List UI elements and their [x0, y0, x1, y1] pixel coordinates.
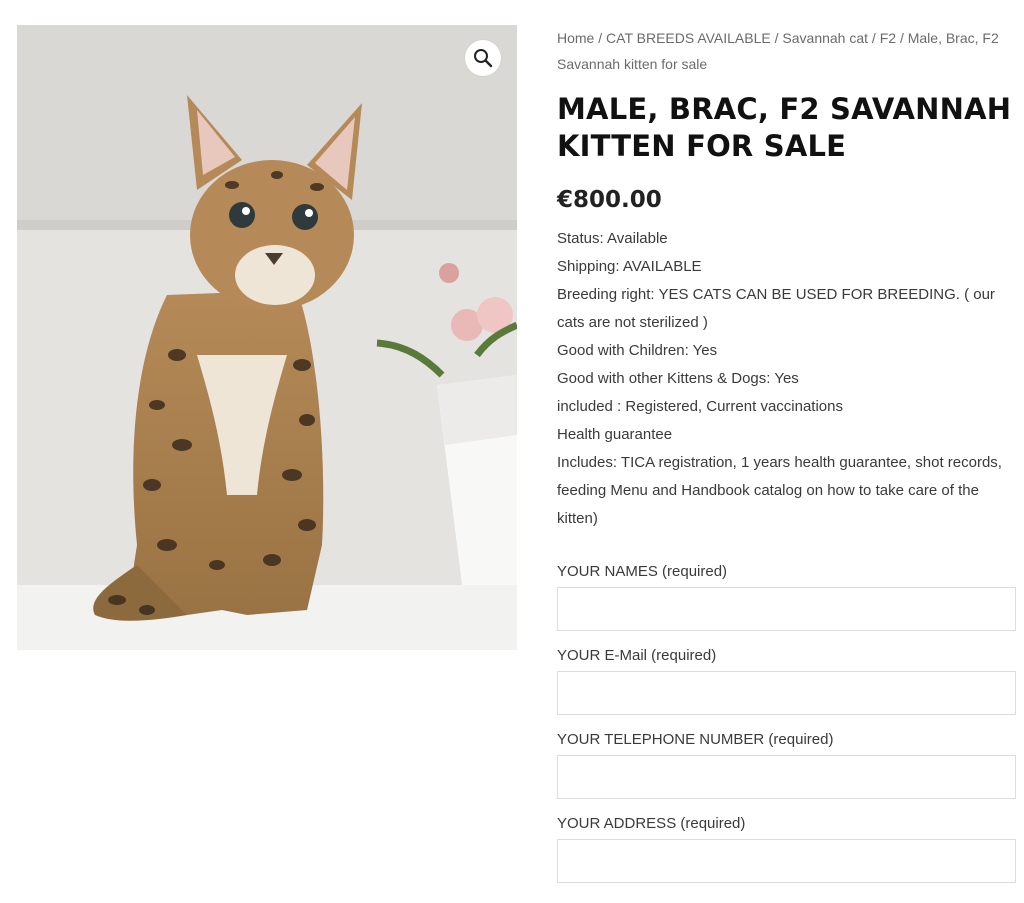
breadcrumb: Home / CAT BREEDS AVAILABLE / Savannah c…	[557, 25, 1017, 77]
address-field-group: YOUR ADDRESS (required)	[557, 811, 1017, 883]
zoom-button[interactable]	[465, 40, 501, 76]
detail-shipping: Shipping: AVAILABLE	[557, 258, 702, 275]
names-field-group: YOUR NAMES (required)	[557, 559, 1017, 631]
detail-good-with-children: Good with Children: Yes	[557, 342, 718, 359]
breadcrumb-cat-breeds-link[interactable]: CAT BREEDS AVAILABLE	[606, 30, 771, 46]
product-image[interactable]	[17, 25, 517, 650]
inquiry-form: YOUR NAMES (required) YOUR E-Mail (requi…	[557, 559, 1017, 883]
phone-input[interactable]	[557, 755, 1016, 799]
magnifier-icon	[474, 49, 493, 68]
product-details: Status: Available Shipping: AVAILABLE Br…	[557, 225, 1017, 533]
address-label: YOUR ADDRESS (required)	[557, 815, 746, 832]
names-label: YOUR NAMES (required)	[557, 563, 728, 580]
detail-included: included : Registered, Current vaccinati…	[557, 398, 843, 415]
product-summary: Home / CAT BREEDS AVAILABLE / Savannah c…	[557, 25, 1017, 895]
email-input[interactable]	[557, 671, 1016, 715]
email-label: YOUR E-Mail (required)	[557, 647, 717, 664]
breadcrumb-separator: /	[774, 30, 779, 46]
breadcrumb-separator: /	[871, 30, 876, 46]
detail-good-with-pets: Good with other Kittens & Dogs: Yes	[557, 370, 799, 387]
names-input[interactable]	[557, 587, 1016, 631]
kitten-photo	[17, 25, 517, 650]
breadcrumb-f2-link[interactable]: F2	[880, 30, 896, 46]
product-title: MALE, BRAC, F2 SAVANNAH KITTEN FOR SALE	[557, 92, 1012, 163]
detail-status: Status: Available	[557, 230, 668, 247]
product-price: €800.00	[557, 187, 662, 213]
email-field-group: YOUR E-Mail (required)	[557, 643, 1017, 715]
breadcrumb-savannah-cat-link[interactable]: Savannah cat	[782, 30, 868, 46]
breadcrumb-separator: /	[598, 30, 603, 46]
detail-includes: Includes: TICA registration, 1 years hea…	[557, 454, 1002, 527]
detail-breeding-right: Breeding right: YES CATS CAN BE USED FOR…	[557, 286, 995, 331]
breadcrumb-separator: /	[899, 30, 904, 46]
phone-field-group: YOUR TELEPHONE NUMBER (required)	[557, 727, 1017, 799]
detail-health-guarantee: Health guarantee	[557, 426, 673, 443]
phone-label: YOUR TELEPHONE NUMBER (required)	[557, 731, 834, 748]
breadcrumb-home-link[interactable]: Home	[557, 30, 594, 46]
address-input[interactable]	[557, 839, 1016, 883]
